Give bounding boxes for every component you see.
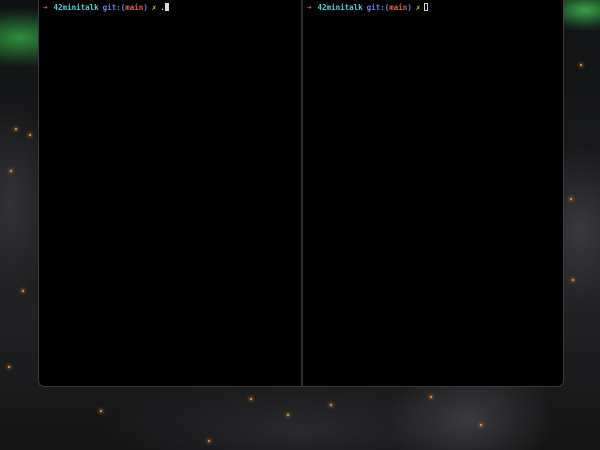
city-light [100,410,102,412]
prompt-directory: 42minitalk [53,3,99,12]
terminal-window[interactable]: ➜ 42minitalk git:(main) ✗. ➜ 42minitalk git:(… [38,0,564,387]
prompt-dirty-marker: ✗ [415,3,421,12]
prompt-arrow-icon: ➜ [43,3,48,12]
city-light [480,424,482,426]
prompt-line: ➜ 42minitalk git:(main) ✗. [43,3,297,13]
city-light [8,366,10,368]
terminal-pane-right[interactable]: ➜ 42minitalk git:(main) ✗ [303,0,563,386]
prompt-line: ➜ 42minitalk git:(main) ✗ [307,3,559,13]
city-light [580,64,582,66]
prompt-directory: 42minitalk [317,3,363,12]
city-light [572,279,574,281]
prompt-arrow-icon: ➜ [307,3,312,12]
city-light [15,128,17,130]
city-light [208,440,210,442]
prompt-paren-close: ) [407,3,412,12]
prompt-git-label: git: [366,3,385,12]
prompt-git-label: git: [102,3,121,12]
city-light [570,198,572,200]
prompt-branch: main [125,3,144,12]
text-cursor [164,3,169,11]
terminal-pane-left[interactable]: ➜ 42minitalk git:(main) ✗. [39,0,301,386]
prompt-dirty-marker: ✗ [151,3,157,12]
city-light [430,396,432,398]
text-cursor-inactive [424,3,429,11]
city-light [10,170,12,172]
prompt-paren-close: ) [143,3,148,12]
city-light [330,404,332,406]
city-light [29,134,31,136]
city-light [250,398,252,400]
prompt-branch: main [389,3,408,12]
city-light [287,414,289,416]
city-light [22,290,24,292]
